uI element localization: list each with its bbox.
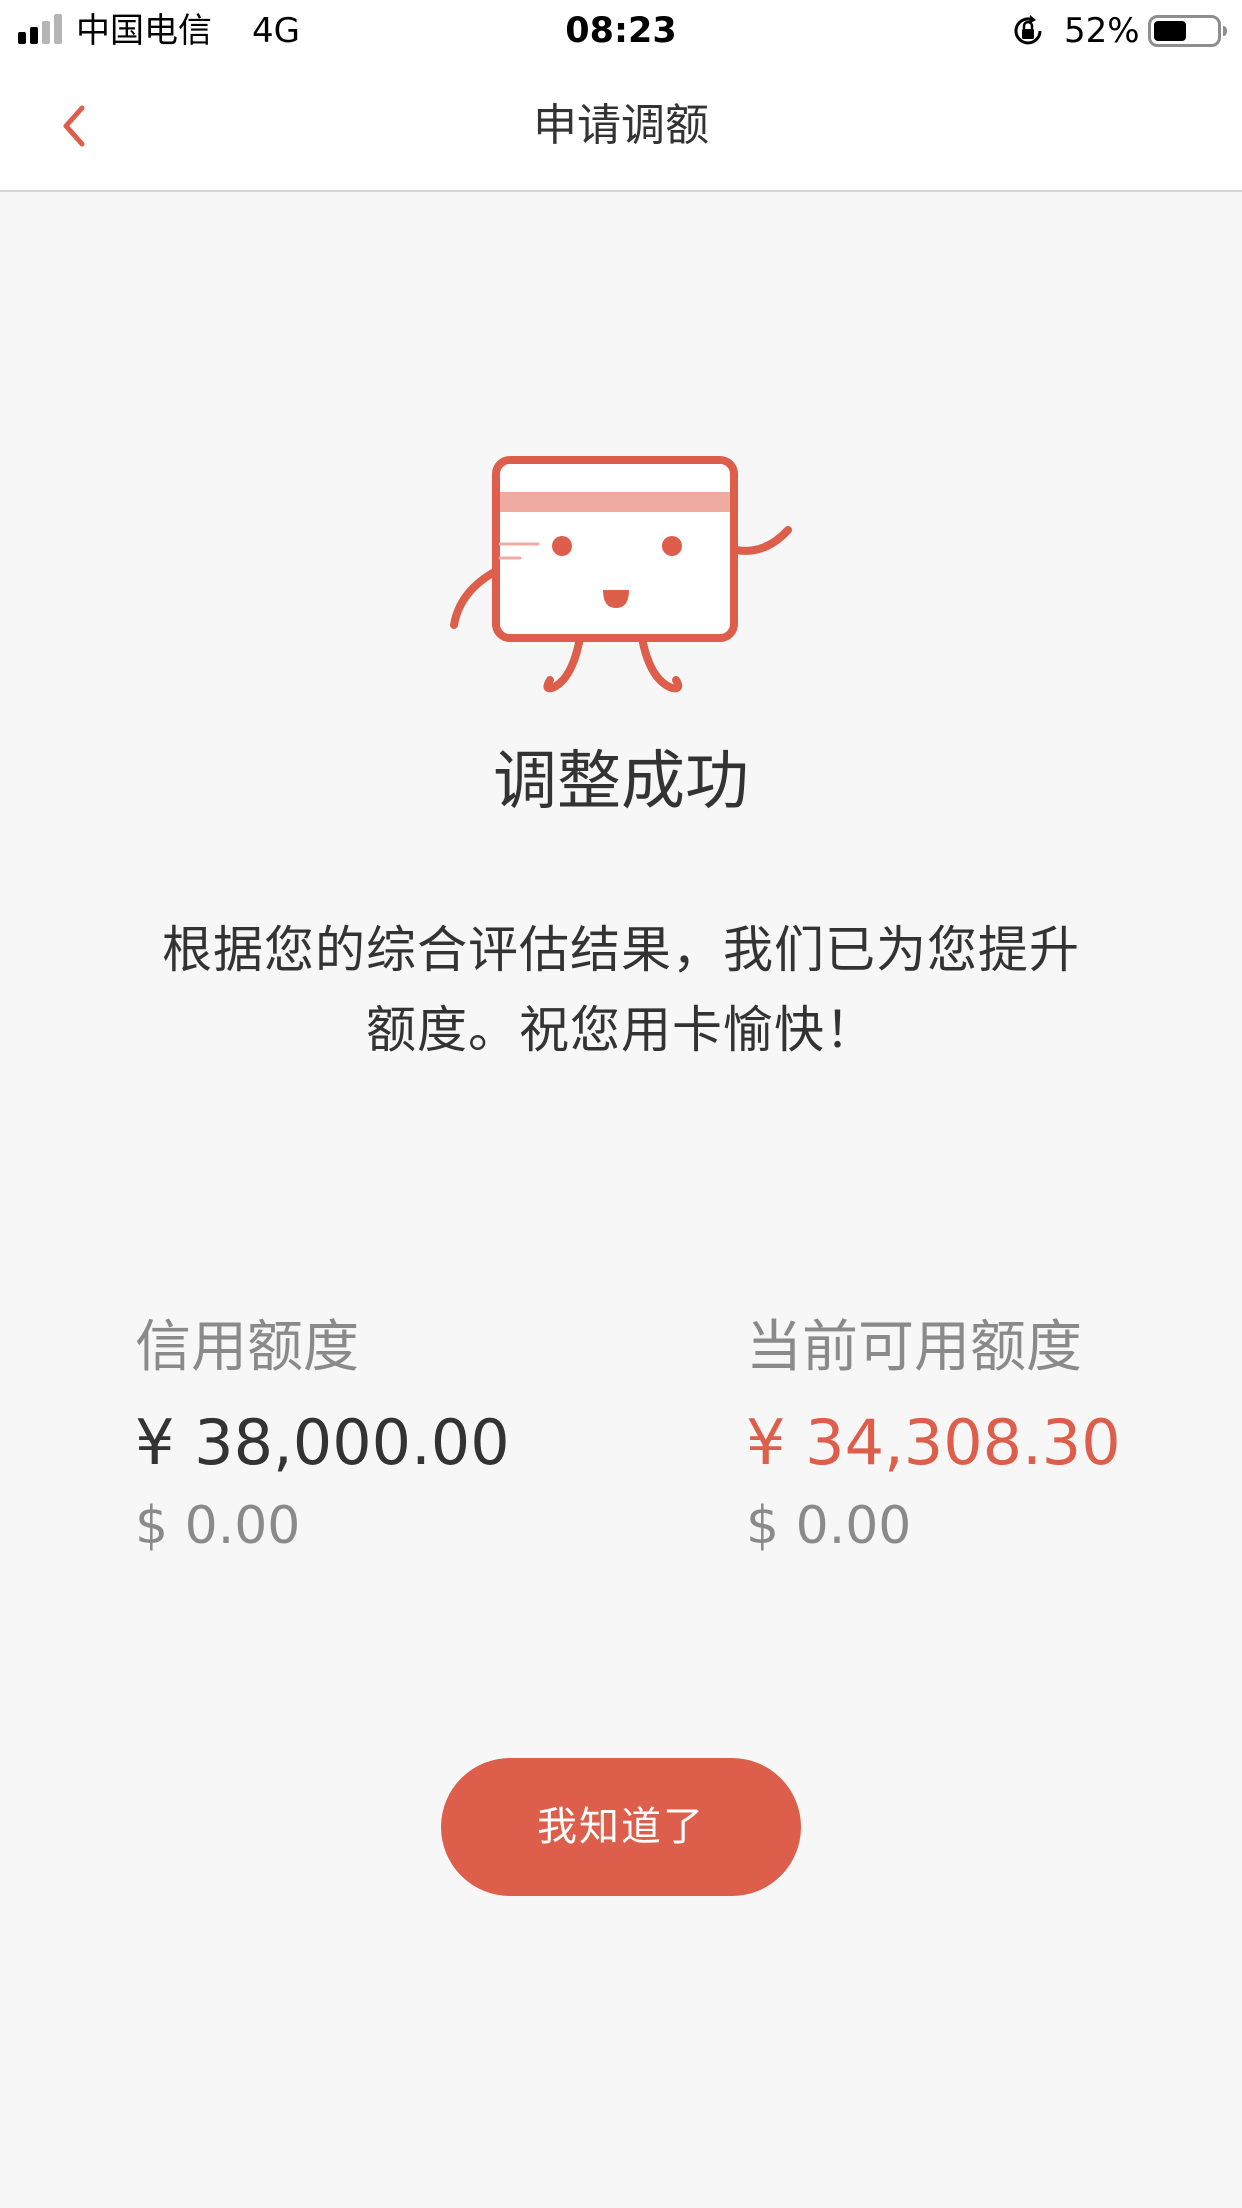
credit-limit-usd: $ 0.00 <box>135 1496 301 1556</box>
result-title: 调整成功 <box>493 745 749 819</box>
available-limit-usd: $ 0.00 <box>746 1496 912 1556</box>
available-limit-label: 当前可用额度 <box>746 1315 1082 1380</box>
status-time: 08:23 <box>565 11 677 51</box>
result-message: 根据您的综合评估结果，我们已为您提升额度。祝您用卡愉快！ <box>162 921 1080 1059</box>
screen: 中国电信 4G 08:23 52% 申请调额 调整成功 根据您的综合评估结果，我… <box>0 0 1242 2208</box>
available-limit-cny: ¥ 34,308.30 <box>746 1406 1121 1479</box>
credit-limit-cny: ¥ 38,000.00 <box>135 1406 510 1479</box>
battery-percentage: 52% <box>1064 11 1140 51</box>
credit-limit-label: 信用额度 <box>135 1315 359 1380</box>
credit-limit-block: 信用额度 ¥ 38,000.00 $ 0.00 <box>135 1310 595 1560</box>
available-limit-block: 当前可用额度 ¥ 34,308.30 $ 0.00 <box>746 1310 1206 1560</box>
card-mascot-icon <box>450 456 792 693</box>
status-bar: 中国电信 4G 08:23 52% <box>0 0 1242 62</box>
navigation-bar: 申请调额 <box>0 62 1242 192</box>
page-title: 申请调额 <box>533 100 709 151</box>
acknowledge-button[interactable]: 我知道了 <box>441 1758 801 1896</box>
battery-icon <box>1148 15 1227 47</box>
rotation-lock-icon <box>1014 15 1042 45</box>
